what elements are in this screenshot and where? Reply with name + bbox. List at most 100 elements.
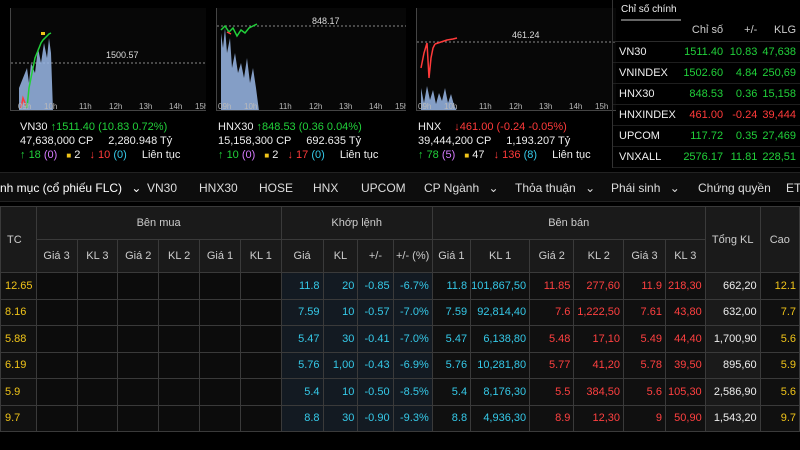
vn30-breadth-line: ↑ 18 (0) ■ 2 ↓ 10 (0) Liên tục	[20, 149, 180, 161]
market-status: Liên tục	[552, 149, 591, 161]
hnx-hours: 09h 10h 11h 12h 13h 14h 15h	[418, 102, 608, 111]
table-row[interactable]: 6.19 5.76 1,00 -0.43 -6.9% 5.76 10,281,80 5.77 4…	[0, 351, 800, 379]
tab-main-indices[interactable]: Chỉ số chính	[621, 4, 681, 21]
index-row[interactable]: VNXALL 2576.17 11.81 228,51	[613, 146, 800, 168]
decline-arrow-icon: ↓	[493, 149, 500, 161]
bid-vol-3-cell	[76, 298, 119, 326]
high-price-cell: 5.6	[759, 378, 800, 406]
hour-label: 10h	[44, 102, 58, 111]
ask-price-2-cell: 5.48	[529, 325, 575, 353]
unchanged-count: 2	[74, 149, 81, 161]
bid-vol-1-cell	[240, 272, 282, 300]
bid-price-1-cell	[198, 272, 242, 300]
tab-watchlist[interactable]: nh mục (cổ phiếu FLC) ⌄	[0, 181, 141, 195]
floor-count: (8)	[523, 149, 538, 161]
table-row[interactable]: 5.88 5.47 30 -0.41 -7.0% 5.47 6,138,80 5.48 17,1…	[0, 325, 800, 353]
match-change-cell: -0.50	[357, 378, 394, 406]
hour-label: 09h	[418, 102, 432, 111]
table-row[interactable]: 8.16 7.59 10 -0.57 -7.0% 7.59 92,814,40 7.6 1,22…	[0, 298, 800, 326]
hour-label: 13h	[139, 102, 153, 111]
ask-price-2-cell: 5.5	[529, 378, 575, 406]
bid-price-3-cell	[35, 351, 78, 379]
match-pct-cell: -6.9%	[392, 351, 433, 379]
bid-vol-3-cell	[76, 272, 119, 300]
tab-watchlist-label: nh mục (cổ phiếu FLC)	[0, 181, 123, 195]
tab-sector[interactable]: CP Ngành ⌄	[424, 181, 499, 195]
index-volume: 39,444,200 CP	[418, 135, 492, 147]
table-row[interactable]: 12.65 11.8 20 -0.85 -6.7% 11.8 101,867,50 11.85…	[0, 272, 800, 300]
col-header-match-vol: KL	[322, 239, 359, 273]
tab-vn30[interactable]: VN30	[147, 181, 177, 195]
index-row[interactable]: VNINDEX 1502.60 4.84 250,69	[613, 62, 800, 84]
ask-price-3-cell: 5.78	[623, 351, 666, 379]
vn30-chart[interactable]: 1500.57	[10, 8, 210, 111]
hnx-chart[interactable]: 461.24	[416, 8, 616, 111]
tab-hnx[interactable]: HNX	[313, 181, 338, 195]
high-price-cell: 5.6	[759, 325, 800, 353]
hour-label: 13h	[539, 102, 553, 111]
advance-arrow-icon: ↑	[418, 149, 424, 161]
match-price-cell: 7.59	[280, 298, 324, 326]
ask-vol-3-cell: 105,30	[664, 378, 706, 406]
index-row[interactable]: HNXINDEX 461.00 -0.24 39,444	[613, 104, 800, 126]
tab-etf[interactable]: ETF	[786, 181, 800, 195]
col-header-name	[613, 20, 680, 42]
tab-upcom[interactable]: UPCOM	[361, 181, 406, 195]
table-row[interactable]: 5.9 5.4 10 -0.50 -8.5% 5.4 8,176,30 5.5 384,50 5.…	[0, 378, 800, 406]
index-change: 0.35	[727, 125, 762, 147]
index-value: 1511.40	[679, 41, 728, 63]
market-status: Liên tục	[141, 149, 181, 161]
index-change: (0.36	[298, 121, 324, 133]
ask-price-2-cell: 7.6	[529, 298, 575, 326]
col-header-value: Chỉ số	[679, 20, 728, 42]
ask-vol-3-cell: 218,30	[664, 272, 706, 300]
bid-price-3-cell	[35, 325, 78, 353]
advance-arrow-icon: ↑	[218, 149, 224, 161]
col-header-ask-vol-2: KL 2	[573, 239, 625, 273]
tab-derivatives[interactable]: Phái sinh ⌄	[611, 181, 680, 195]
bid-vol-1-cell	[240, 298, 282, 326]
bid-price-1-cell	[198, 404, 242, 432]
ask-vol-2-cell: 41,20	[573, 351, 625, 379]
col-header-ask-price-3: Giá 3	[623, 239, 666, 273]
index-row[interactable]: HNX30 848.53 0.36 15,158	[613, 83, 800, 105]
bid-price-2-cell	[117, 351, 160, 379]
ask-vol-2-cell: 12,30	[573, 404, 625, 432]
bid-price-2-cell	[117, 378, 160, 406]
index-name: VN30	[613, 41, 680, 63]
bid-vol-1-cell	[240, 378, 282, 406]
index-name: HNXINDEX	[613, 104, 680, 126]
col-header-bid-price-2: Giá 2	[117, 239, 160, 273]
tab-hose[interactable]: HOSE	[259, 181, 293, 195]
hnx30-chart[interactable]: 848.17	[216, 8, 416, 111]
floor-count: (0)	[113, 149, 127, 161]
hour-label: 14h	[169, 102, 183, 111]
table-row[interactable]: 9.7 8.8 30 -0.90 -9.3% 8.8 4,936,30 8.9 12,30 9 50…	[0, 404, 800, 432]
tab-warrants[interactable]: Chứng quyền	[698, 181, 771, 195]
tab-negotiated[interactable]: Thỏa thuận ⌄	[515, 181, 595, 195]
col-header-ask-vol-1: KL 1	[470, 239, 531, 273]
hnx-volume-line: 39,444,200 CP 1,193.207 Tỷ	[418, 135, 570, 147]
index-value: 117.72	[679, 125, 728, 147]
ask-vol-1-cell: 8,176,30	[470, 378, 531, 406]
ask-vol-2-cell: 277,60	[573, 272, 625, 300]
ask-vol-3-cell: 50,90	[664, 404, 706, 432]
index-row[interactable]: UPCOM 117.72 0.35 27,469	[613, 125, 800, 147]
ask-price-1-cell: 5.47	[431, 325, 472, 353]
index-value: 848.53	[679, 83, 728, 105]
vn30-volume-line: 47,638,000 CP 2,280.948 Tỷ	[20, 135, 172, 147]
tab-hnx30[interactable]: HNX30	[199, 181, 238, 195]
bid-price-1-cell	[198, 351, 242, 379]
index-row[interactable]: VN30 1511.40 10.83 47,638	[613, 41, 800, 63]
index-value: 848.53	[262, 121, 296, 133]
index-volume: 250,69	[761, 62, 800, 84]
index-table-grid: Chỉ số +/- KLG VN30 1511.40 10.83 47,638 VNI…	[613, 20, 800, 168]
hnx30-hours: 09h 10h 11h 12h 13h 14h 15h	[218, 102, 408, 111]
index-change: 11.81	[727, 146, 762, 168]
hour-label: 12h	[109, 102, 123, 111]
chevron-down-icon: ⌄	[585, 181, 596, 195]
decline-arrow-icon: ↓	[89, 149, 95, 161]
ask-vol-3-cell: 43,80	[664, 298, 706, 326]
market-status: Liên tục	[339, 149, 379, 161]
index-value: 461.00	[459, 121, 494, 133]
